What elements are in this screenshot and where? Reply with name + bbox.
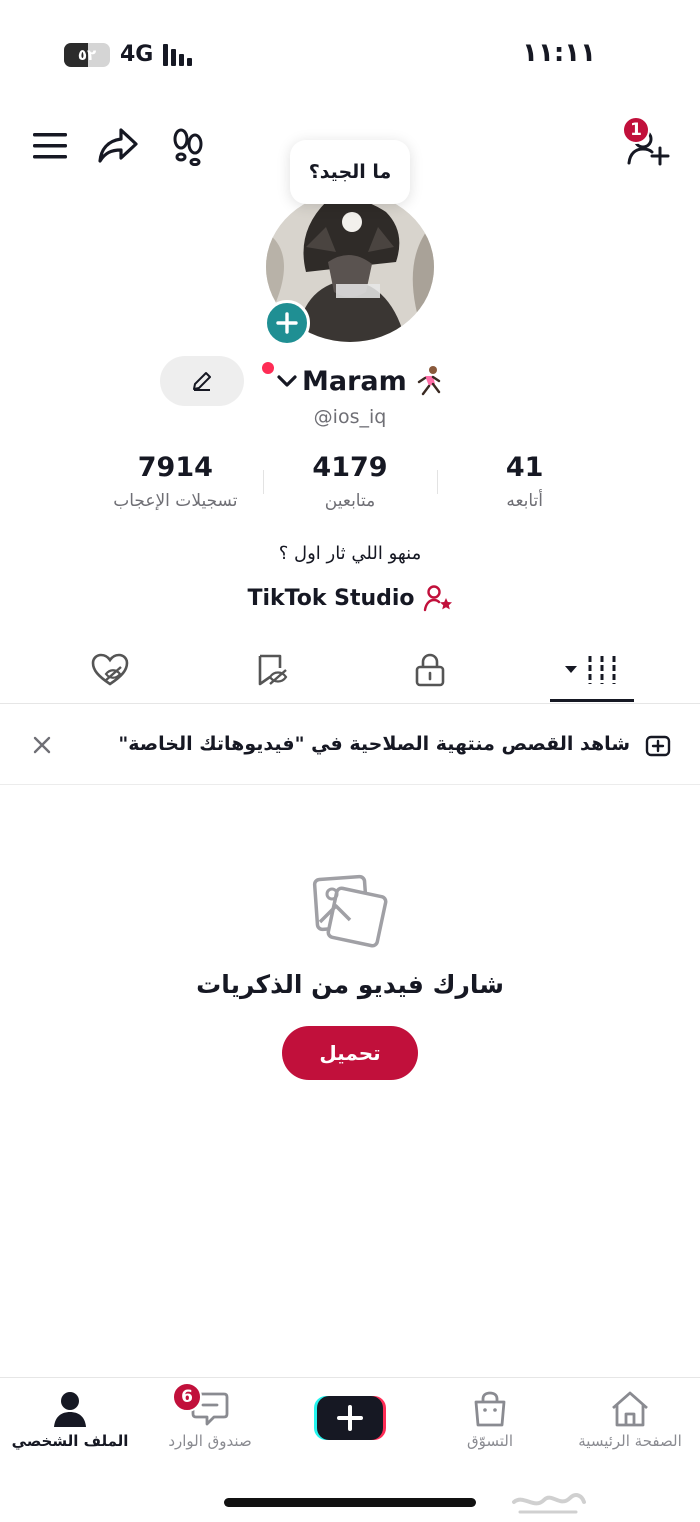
followers-label: متابعين: [324, 491, 376, 511]
battery-indicator: ٥٢: [64, 42, 110, 67]
likes-label: تسجيلات الإعجاب: [113, 491, 238, 511]
likes-count: 7914: [137, 452, 213, 483]
tab-videos[interactable]: [562, 650, 622, 690]
upload-button[interactable]: تحميل: [282, 1026, 418, 1080]
pencil-icon: [193, 372, 211, 391]
following-count: 41: [505, 452, 544, 483]
nav-profile[interactable]: الملف الشخصي: [0, 1390, 140, 1450]
create-plus-icon: [314, 1396, 386, 1440]
plus-icon: [276, 312, 298, 334]
network-type: 4G: [120, 42, 154, 67]
nav-profile-label: الملف الشخصي: [11, 1432, 129, 1450]
followers-count: 4179: [312, 452, 388, 483]
liked-videos-icon: [91, 653, 129, 686]
tab-favorites[interactable]: [242, 650, 302, 690]
inbox-badge: 6: [172, 1382, 202, 1412]
bottom-navigation: الملف الشخصي صندوق الوارد 6 التسوّق الصف…: [0, 1377, 700, 1467]
display-name: Maram: [302, 365, 407, 397]
notification-dot: [262, 362, 274, 374]
private-lock-icon: [415, 653, 445, 687]
profile-stats: 7914 تسجيلات الإعجاب 4179 متابعين 41 أتا…: [88, 452, 612, 522]
watermark-logo: [510, 1482, 588, 1522]
menu-icon[interactable]: [28, 124, 72, 168]
add-friends-button[interactable]: 1: [622, 116, 670, 168]
story-plus-icon: [644, 732, 672, 764]
nav-shop-label: التسوّق: [466, 1432, 514, 1450]
nav-home[interactable]: الصفحة الرئيسية: [560, 1390, 700, 1450]
add-story-button[interactable]: [264, 300, 310, 346]
battery-percent: ٥٢: [77, 45, 97, 64]
nav-inbox-label: صندوق الوارد: [168, 1432, 252, 1450]
nav-shop[interactable]: التسوّق: [420, 1390, 560, 1450]
photos-icon: [310, 872, 390, 952]
status-indicators: ٥٢ 4G: [64, 42, 193, 67]
bio-text: منهو اللي ثار اول ؟: [278, 543, 422, 564]
active-tab-indicator: [550, 699, 634, 702]
account-switcher[interactable]: Maram: [262, 360, 445, 402]
chevron-down-icon: [277, 375, 297, 387]
studio-label: TikTok Studio: [247, 585, 415, 611]
shopping-bag-icon: [474, 1391, 506, 1427]
stat-followers[interactable]: 4179 متابعين: [262, 452, 438, 522]
empty-state-title: شارك فيديو من الذكريات: [196, 970, 504, 999]
tiktok-studio-link[interactable]: TikTok Studio: [0, 584, 700, 612]
edit-profile-button[interactable]: [160, 356, 244, 406]
content-tabs: [0, 642, 700, 704]
footprints-icon[interactable]: [166, 124, 210, 168]
close-icon[interactable]: [30, 733, 54, 761]
profile-icon: [54, 1392, 86, 1427]
add-friends-badge: 1: [622, 116, 650, 144]
status-tooltip[interactable]: ما الجيد؟: [290, 140, 410, 204]
stat-likes[interactable]: 7914 تسجيلات الإعجاب: [88, 452, 263, 522]
runner-emoji-icon: [417, 366, 440, 396]
tab-liked[interactable]: [80, 650, 140, 690]
tooltip-text: ما الجيد؟: [308, 161, 392, 183]
videos-grid-icon: [565, 656, 616, 684]
create-button[interactable]: [314, 1394, 386, 1442]
tab-private[interactable]: [400, 650, 460, 690]
username: @ios_iq: [313, 406, 387, 428]
nav-inbox[interactable]: صندوق الوارد 6: [140, 1382, 280, 1450]
banner-text: شاهد القصص منتهية الصلاحية في "فيديوهاتك…: [118, 733, 630, 755]
home-icon: [612, 1391, 648, 1427]
status-time: ١١:١١: [522, 38, 596, 68]
signal-strength-icon: [163, 43, 193, 66]
stat-following[interactable]: 41 أتابعه: [437, 452, 612, 522]
home-indicator: [224, 1498, 476, 1507]
creator-star-icon: [423, 585, 452, 612]
following-label: أتابعه: [506, 491, 544, 511]
nav-home-label: الصفحة الرئيسية: [578, 1432, 682, 1450]
expired-stories-banner[interactable]: شاهد القصص منتهية الصلاحية في "فيديوهاتك…: [0, 705, 700, 785]
share-icon[interactable]: [96, 124, 140, 168]
favorites-icon: [258, 654, 288, 686]
